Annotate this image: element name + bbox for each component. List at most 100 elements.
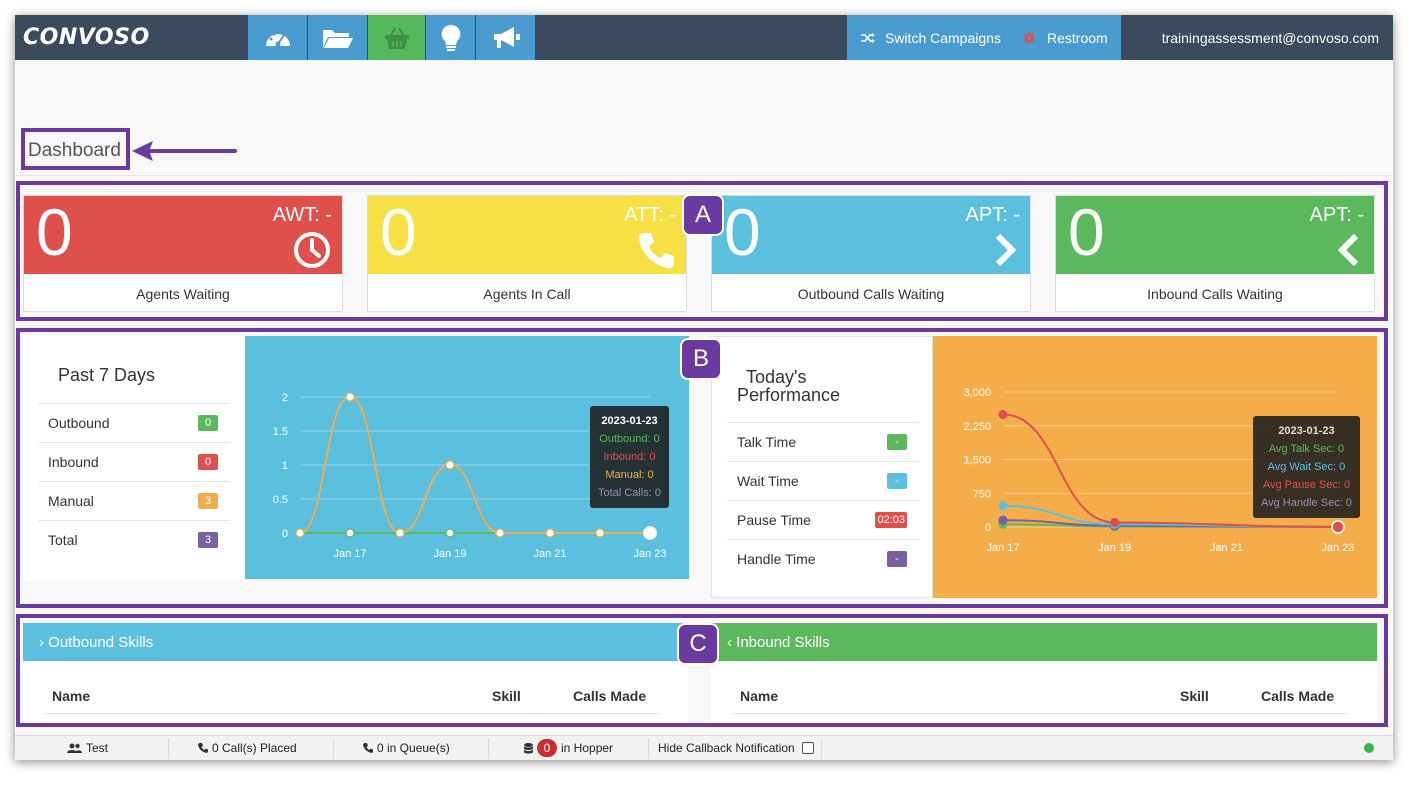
list-item: Total 3 <box>38 520 230 559</box>
connection-status-dot <box>1364 743 1374 753</box>
row-label: Outbound <box>48 415 110 431</box>
tooltip-date: 2023-01-23 <box>1278 425 1335 437</box>
row-label: Talk Time <box>737 434 797 450</box>
table-divider <box>45 713 659 714</box>
campaign-status[interactable]: Test <box>67 741 108 755</box>
announcements-button[interactable] <box>476 15 536 60</box>
database-icon <box>524 742 533 753</box>
table-divider <box>733 713 1347 714</box>
page-title: Dashboard <box>28 140 121 161</box>
top-nav: CONVOSO Switch Campaigns Restroom traini… <box>15 15 1393 60</box>
y-tick-label: 2,250 <box>963 421 991 433</box>
hopper-status: 0 in Hopper <box>524 739 613 757</box>
status-separator <box>821 738 822 759</box>
queue-count: 0 in Queue(s) <box>377 741 450 755</box>
phone-icon <box>363 743 373 753</box>
title-divider <box>15 175 1393 176</box>
status-separator <box>648 738 649 759</box>
list-item: Talk Time - <box>727 422 919 461</box>
switch-campaigns-button[interactable]: Switch Campaigns <box>861 30 1001 46</box>
list-item: Inbound 0 <box>38 442 230 481</box>
phone-icon <box>198 743 208 753</box>
x-tick-label: Jan 19 <box>1098 542 1131 554</box>
performance-title-line2: Performance <box>737 385 841 405</box>
data-point <box>345 528 355 538</box>
stat-label: Inbound Calls Waiting <box>1147 286 1283 302</box>
outbound-skills-label: Outbound Skills <box>48 634 154 651</box>
list-item: Wait Time - <box>727 461 919 500</box>
x-tick-label: Jan 23 <box>633 548 666 560</box>
stat-abbr: APT: - <box>965 204 1020 226</box>
data-point <box>998 501 1008 511</box>
column-header-skill[interactable]: Skill <box>1180 688 1209 704</box>
restroom-button[interactable]: Restroom <box>1023 30 1108 46</box>
y-tick-label: 0 <box>985 522 991 534</box>
y-tick-label: 1 <box>282 460 288 472</box>
gear-icon <box>1023 32 1035 44</box>
data-point <box>445 528 455 538</box>
lightbulb-icon <box>441 24 460 51</box>
stat-abbr: APT: - <box>1309 204 1364 226</box>
outbound-calls-waiting-card: 0 APT: - Outbound Calls Waiting <box>711 195 1031 312</box>
y-tick-label: 1.5 <box>273 426 288 438</box>
value-badge: - <box>887 551 907 567</box>
annotation-arrow-icon <box>132 141 237 161</box>
row-label: Total <box>48 532 78 548</box>
row-label: Manual <box>48 493 94 509</box>
x-tick-label: Jan 21 <box>1210 542 1243 554</box>
tooltip-total: Total Calls: 0 <box>598 487 661 499</box>
user-menu[interactable]: trainingassessment@convoso.com <box>1162 30 1379 46</box>
inbound-calls-waiting-card: 0 APT: - Inbound Calls Waiting <box>1055 195 1375 312</box>
column-header-name[interactable]: Name <box>740 688 778 704</box>
row-label: Inbound <box>48 454 99 470</box>
stat-label: Agents In Call <box>483 286 571 302</box>
count-badge: 3 <box>198 493 218 509</box>
todays-performance-panel: Today's Performance Talk Time - Wait Time… <box>711 336 933 598</box>
column-header-calls[interactable]: Calls Made <box>573 688 646 704</box>
clock-icon <box>294 232 330 268</box>
ideas-button[interactable] <box>426 15 476 60</box>
queue-status: 0 in Queue(s) <box>363 741 450 755</box>
data-point <box>295 528 305 538</box>
header-actions: Switch Campaigns Restroom <box>847 15 1121 60</box>
tooltip-pause: Avg Pause Sec: 0 <box>1262 479 1351 491</box>
dashboard-button[interactable] <box>248 15 308 60</box>
y-tick-label: 0 <box>282 528 288 540</box>
card-header: 0 AWT: - <box>24 196 342 274</box>
count-badge: 0 <box>198 454 218 470</box>
data-point <box>345 392 355 402</box>
tooltip-date: 2023-01-23 <box>601 415 658 427</box>
stat-value: 0 <box>380 195 417 269</box>
campaign-name: Test <box>86 741 109 755</box>
y-tick-label: 1,500 <box>963 455 991 467</box>
basket-button[interactable] <box>368 15 426 60</box>
folder-button[interactable] <box>308 15 368 60</box>
data-point <box>495 528 505 538</box>
column-header-name[interactable]: Name <box>52 688 90 704</box>
calls-placed-status: 0 Call(s) Placed <box>198 741 297 755</box>
list-item: Pause Time 02:03 <box>727 500 919 539</box>
value-badge: 02:03 <box>875 512 907 528</box>
y-tick-label: 0.5 <box>273 494 288 506</box>
status-separator <box>168 738 169 759</box>
chevron-right-icon <box>995 233 1017 267</box>
hide-callback-label: Hide Callback Notification <box>658 741 795 755</box>
shuffle-icon <box>861 33 875 43</box>
stat-value: 0 <box>724 195 761 269</box>
column-header-skill[interactable]: Skill <box>492 688 521 704</box>
outbound-skills-header[interactable]: › Outbound Skills <box>23 623 688 661</box>
inbound-skills-header[interactable]: ‹ Inbound Skills <box>711 623 1377 661</box>
data-point <box>1331 520 1345 534</box>
app-window: CONVOSO Switch Campaigns Restroom traini… <box>15 15 1393 760</box>
inbound-skills-title: ‹ Inbound Skills <box>727 634 830 651</box>
column-header-calls[interactable]: Calls Made <box>1261 688 1334 704</box>
annotation-badge-c: C <box>679 625 717 663</box>
stat-value: 0 <box>36 195 73 269</box>
status-bar: Test 0 Call(s) Placed 0 in Queue(s) 0 in… <box>15 735 1393 760</box>
past-7-days-panel: Past 7 Days Outbound 0 Inbound 0 Manual 3 T… <box>23 336 245 579</box>
hide-callback-checkbox[interactable] <box>801 742 814 754</box>
hide-callback-control[interactable]: Hide Callback Notification <box>658 741 814 755</box>
data-point <box>545 528 555 538</box>
stat-label: Agents Waiting <box>136 286 230 302</box>
x-tick-label: Jan 23 <box>1321 542 1354 554</box>
